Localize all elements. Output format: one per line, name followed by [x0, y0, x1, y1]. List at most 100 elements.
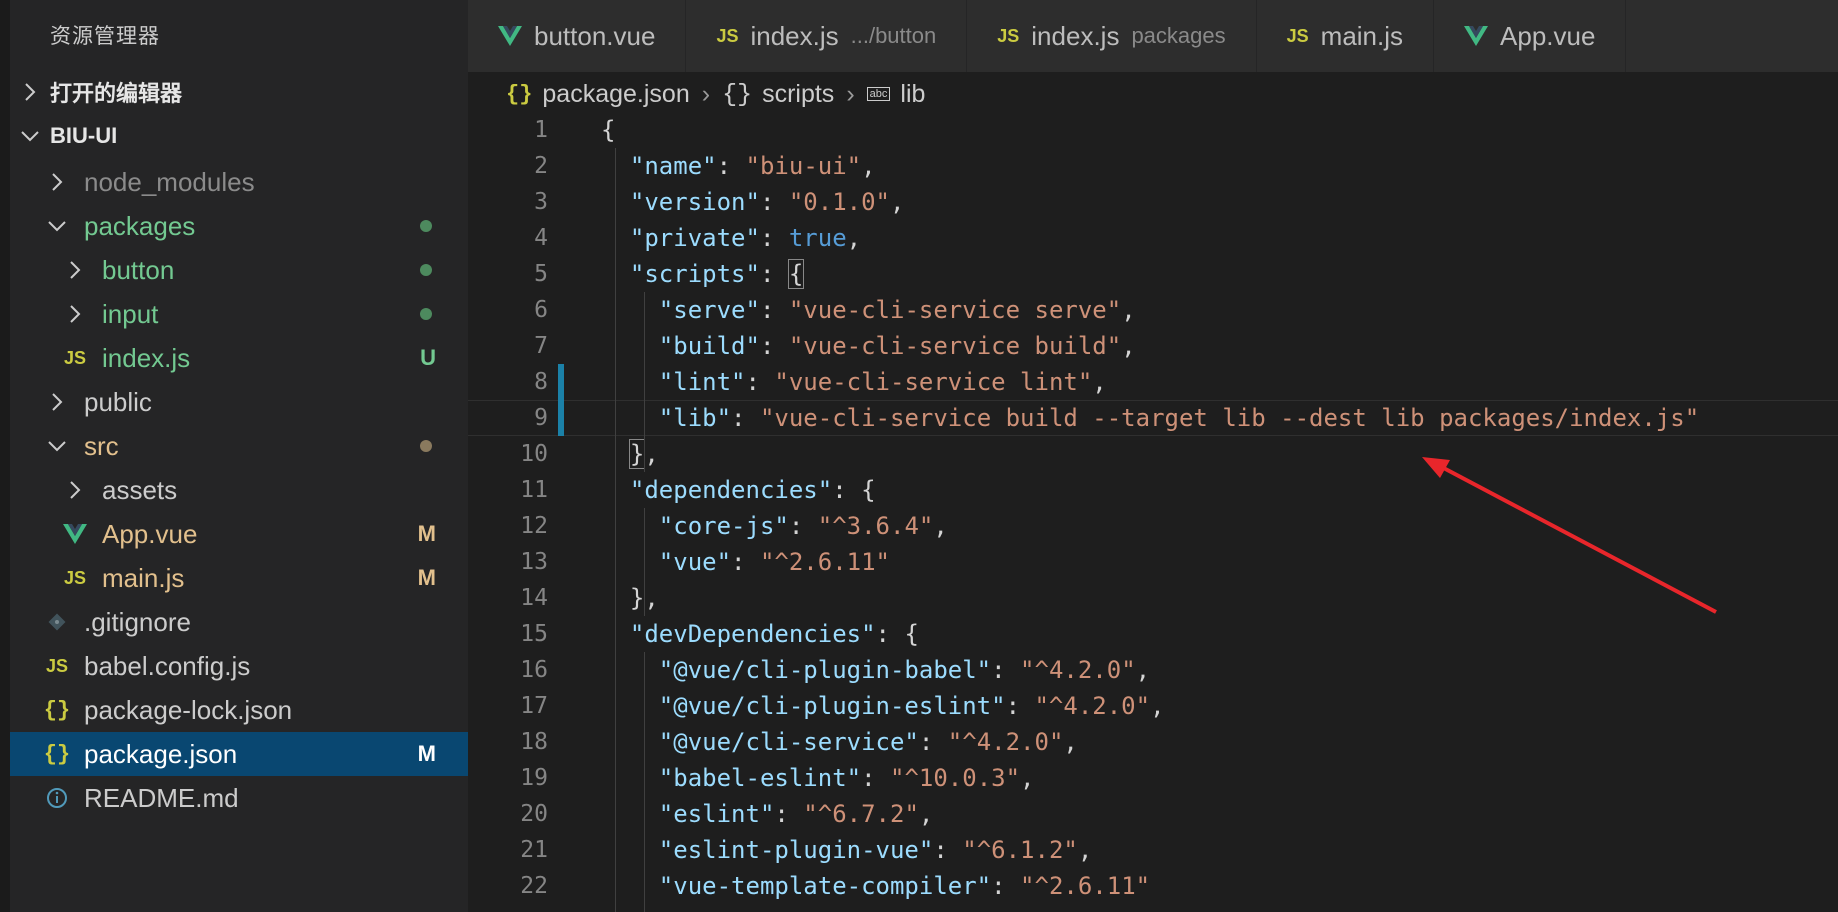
tree-item[interactable]: README.md [10, 776, 468, 820]
tree-item[interactable]: JS babel.config.js [10, 644, 468, 688]
line-number: 3 [534, 189, 548, 215]
line-number: 21 [520, 837, 548, 863]
js-file-icon: JS [63, 567, 87, 588]
section-open-editors[interactable]: 打开的编辑器 [10, 70, 468, 114]
line-number: 12 [520, 513, 548, 539]
code-line: 9 "lib": "vue-cli-service build --target… [468, 400, 1838, 436]
breadcrumb: {} package.json › {} scripts › abc lib [468, 72, 1838, 116]
code-text: { [601, 116, 616, 144]
line-number: 20 [520, 801, 548, 827]
breadcrumb-separator-icon: › [846, 79, 855, 108]
code-line: 16 "@vue/cli-plugin-babel": "^4.2.0", [468, 652, 1838, 688]
breadcrumb-scripts[interactable]: scripts [762, 80, 834, 109]
js-file-icon: JS [63, 347, 87, 368]
line-number: 13 [520, 549, 548, 575]
editor-tab[interactable]: App.vue [1434, 0, 1627, 72]
chevron-right-icon [10, 82, 50, 102]
code-line: 15 "devDependencies": { [468, 616, 1838, 652]
code-line: 18 "@vue/cli-service": "^4.2.0", [468, 724, 1838, 760]
code-text: "vue-template-compiler": "^2.6.11" [658, 872, 1151, 900]
code-editor[interactable]: 1{2 "name": "biu-ui", 3 "version": "0.1.0… [468, 112, 1838, 912]
breadcrumb-file[interactable]: package.json [542, 80, 689, 109]
code-line: 2 "name": "biu-ui", [468, 148, 1838, 184]
tree-item[interactable]: assets [10, 468, 468, 512]
info-file-icon [40, 787, 74, 809]
section-label: 打开的编辑器 [50, 81, 183, 106]
git-status-dot [420, 220, 432, 232]
tree-item[interactable]: JS main.js M [10, 556, 468, 600]
code-text: "build": "vue-cli-service build", [658, 332, 1136, 360]
tree-item[interactable]: JS index.js U [10, 336, 468, 380]
tree-item-label: assets [102, 474, 178, 505]
line-number: 2 [534, 153, 548, 179]
editor-tab[interactable]: button.vue [468, 0, 687, 72]
line-number: 7 [534, 333, 548, 359]
tree-item[interactable]: button [10, 248, 468, 292]
tree-item[interactable]: node_modules [10, 160, 468, 204]
code-line: 10 }, [468, 436, 1838, 472]
js-file-icon: JS [716, 25, 739, 46]
js-file-icon: JS [45, 655, 69, 676]
code-line: 20 "eslint": "^6.7.2", [468, 796, 1838, 832]
git-status-badge: M [417, 565, 436, 590]
js-file-icon: JS [997, 25, 1020, 46]
code-text: "scripts": { [629, 259, 805, 289]
editor-tabs: button.vue JS index.js .../button JS index.js… [468, 0, 1838, 72]
tree-item[interactable]: {} package-lock.json [10, 688, 468, 732]
section-project[interactable]: BIU-UI [10, 114, 468, 158]
code-text: "serve": "vue-cli-service serve", [658, 296, 1136, 324]
code-text: "babel-eslint": "^10.0.3", [658, 764, 1035, 792]
breadcrumb-lib[interactable]: lib [900, 80, 925, 109]
git-status-dot [420, 264, 432, 276]
tree-item-label: src [84, 430, 119, 461]
tab-description: .../button [850, 23, 937, 48]
tree-item[interactable]: input [10, 292, 468, 336]
tree-item[interactable]: public [10, 380, 468, 424]
git-status-dot [420, 308, 432, 320]
code-text: "name": "biu-ui", [629, 152, 876, 180]
tree-item[interactable]: {} package.json M [10, 732, 468, 776]
code-text: "version": "0.1.0", [629, 188, 905, 216]
code-line: 5 "scripts": { [468, 256, 1838, 292]
tree-item[interactable]: App.vue M [10, 512, 468, 556]
explorer-sidebar: 资源管理器 打开的编辑器 BIU-UI node_modules packages… [0, 0, 468, 912]
tree-item[interactable]: .gitignore [10, 600, 468, 644]
code-line: 7 "build": "vue-cli-service build", [468, 328, 1838, 364]
tree-item-label: App.vue [102, 518, 198, 549]
editor-tab[interactable]: JS main.js [1257, 0, 1435, 72]
code-line: 6 "serve": "vue-cli-service serve", [468, 292, 1838, 328]
editor-tab[interactable]: JS index.js .../button [686, 0, 968, 72]
code-text: "private": true, [629, 224, 862, 252]
code-line: 17 "@vue/cli-plugin-eslint": "^4.2.0", [468, 688, 1838, 724]
tree-item-label: package-lock.json [84, 694, 293, 725]
vue-file-icon [58, 524, 92, 544]
js-file-icon: JS [1286, 25, 1309, 46]
code-text: "@vue/cli-plugin-babel": "^4.2.0", [658, 656, 1151, 684]
line-number: 11 [520, 477, 548, 503]
code-line: 1{ [468, 112, 1838, 148]
tree-item-label: public [84, 386, 152, 417]
chevron-right-icon [58, 260, 92, 280]
chevron-down-icon [40, 439, 74, 453]
breadcrumb-separator-icon: › [701, 79, 711, 108]
tree-item-label: index.js [102, 342, 191, 373]
line-number: 8 [534, 369, 548, 395]
code-text: "lib": "vue-cli-service build --target l… [658, 404, 1700, 432]
line-number: 4 [534, 225, 548, 251]
tree-item-label: node_modules [84, 166, 255, 197]
tree-item-label: babel.config.js [84, 650, 251, 681]
git-status-badge: U [420, 345, 436, 370]
tab-description: packages [1131, 23, 1226, 48]
tree-item-label: package.json [84, 738, 238, 769]
chevron-right-icon [58, 304, 92, 324]
code-text: "@vue/cli-service": "^4.2.0", [658, 728, 1078, 756]
tree-item[interactable]: packages [10, 204, 468, 248]
code-text: "devDependencies": { [629, 620, 919, 648]
line-number: 16 [520, 657, 548, 683]
tree-item[interactable]: src [10, 424, 468, 468]
abc-glyph: abc [866, 87, 891, 101]
string-icon: abc [866, 87, 891, 101]
object-icon: {} [722, 79, 753, 109]
editor-tab[interactable]: JS index.js packages [967, 0, 1257, 72]
code-text: "dependencies": { [629, 476, 876, 504]
